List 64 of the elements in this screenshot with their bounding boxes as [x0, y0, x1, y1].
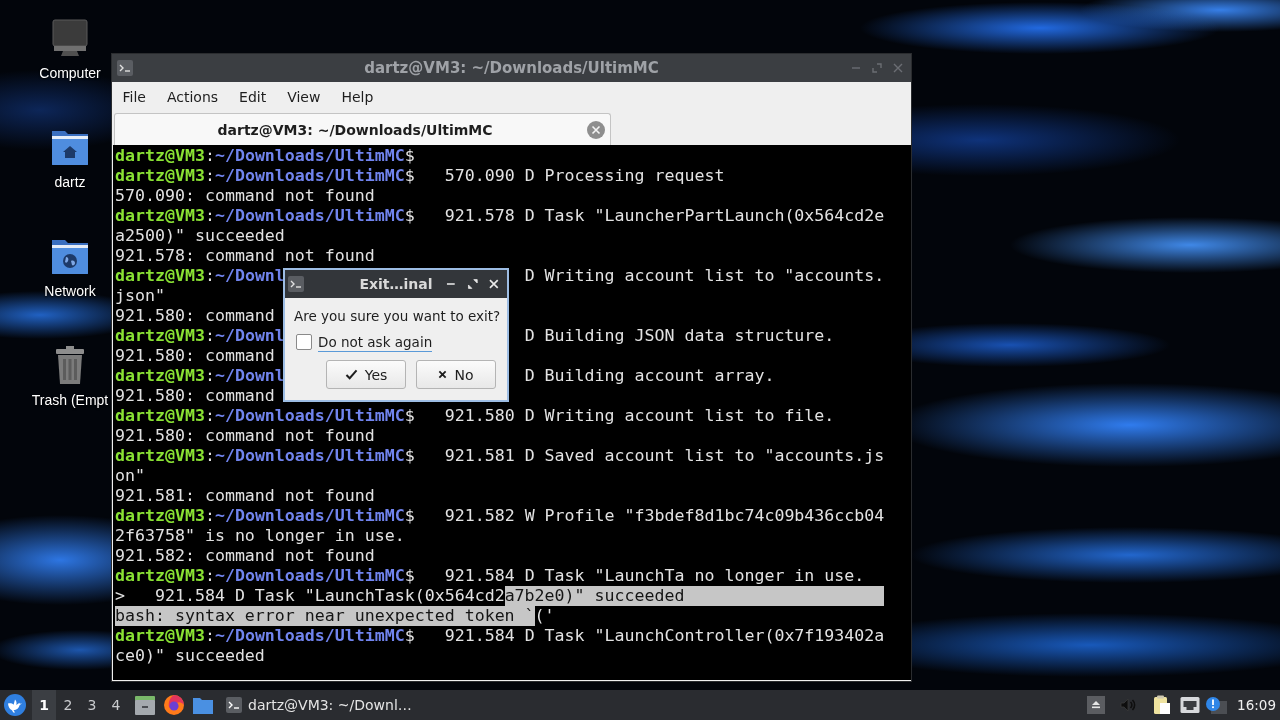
terminal-line: dartz@VM3:~/Downloads/UltimMC$ 921.580 D Writing account list to file. [115, 406, 835, 426]
notification-icon[interactable] [1205, 696, 1228, 714]
yes-button[interactable]: Yes [326, 360, 406, 389]
terminal-line: dartz@VM3:~/Downloads/UltimMC$ 570.090 D Processing request [115, 166, 725, 186]
terminal-prompt-icon [288, 276, 304, 292]
terminal-line: dartz@VM3:~/Downloads/UltimMC$ [115, 146, 415, 166]
workspace-button[interactable]: 3 [80, 690, 104, 720]
menu-item[interactable]: View [276, 87, 331, 107]
taskbar-task-button[interactable]: dartz@VM3: ~/Downl… [222, 690, 416, 720]
browser-icon[interactable] [163, 694, 185, 716]
terminal-line: 921.582: command not found [115, 546, 375, 566]
workspace-button[interactable]: 4 [104, 690, 128, 720]
terminal-line: dartz@VM3:~/Downl [115, 266, 285, 286]
terminal-line: ce0)" succeeded [115, 646, 265, 666]
checkbox[interactable] [296, 334, 312, 350]
terminal-line: json" [115, 286, 165, 306]
dialog-title: Exit…inal [358, 276, 434, 292]
checkbox-label[interactable]: Do not ask again [318, 332, 433, 352]
terminal-line: a2500)" succeeded [115, 226, 285, 246]
menu-item[interactable]: Help [330, 87, 384, 107]
terminal-line: dartz@VM3:~/Downloads/UltimMC$ 921.578 D Task "LauncherPartLaunch(0x564cd2e [115, 206, 885, 226]
terminal-tab[interactable]: dartz@VM3: ~/Downloads/UltimMC [114, 113, 611, 145]
no-button[interactable]: No [416, 360, 496, 389]
clock-time: 16:09 [1237, 697, 1276, 713]
file-drawer-icon[interactable] [134, 694, 156, 716]
terminal-line: 921.580: command not found [115, 426, 375, 446]
workspace-button[interactable]: 1 [32, 690, 56, 720]
terminal-line: 2f63758" is no longer in use. [115, 526, 405, 546]
bird-logo-icon[interactable] [4, 694, 26, 716]
menu-item[interactable]: Edit [228, 87, 277, 107]
dialog-message: Are you sure you want to exit? [294, 307, 500, 325]
menu-item[interactable]: Actions [156, 87, 229, 107]
terminal-prompt-icon [226, 697, 242, 713]
eject-icon[interactable] [1087, 696, 1106, 714]
desktop-icon-label[interactable]: Network [44, 283, 96, 300]
terminal-line: dartz@VM3:~/Downl [115, 326, 285, 346]
terminal-line: D Building account array. [524, 366, 775, 386]
desktop-icon-label[interactable]: Trash (Empt [31, 392, 109, 409]
terminal-line: dartz@VM3:~/Downloads/UltimMC$ 921.581 D Saved account list to "accounts.js [115, 446, 885, 466]
terminal-line: 921.580: command [115, 346, 275, 366]
network-port-icon[interactable] [1180, 696, 1201, 714]
terminal-line: 921.581: command not found [115, 486, 375, 506]
terminal-line: D Building JSON data structure. [524, 326, 835, 346]
desktop-icon-label[interactable]: Computer [39, 65, 101, 82]
monitor-icon[interactable] [50, 18, 90, 58]
checkmark-icon [344, 369, 358, 380]
terminal-line: > 921.584 D Task "LaunchTask(0x564cd2a7b2e0)" succeeded [115, 586, 885, 606]
clipboard-icon[interactable] [1153, 695, 1172, 715]
cross-icon [438, 370, 448, 379]
terminal-line: on" [115, 466, 145, 486]
terminal-line: 921.580: command [115, 306, 275, 326]
terminal-line: dartz@VM3:~/Downl [115, 366, 285, 386]
terminal-line: dartz@VM3:~/Downloads/UltimMC$ 921.584 D Task "LaunchController(0x7f193402a [115, 626, 885, 646]
terminal-prompt-icon [117, 60, 133, 76]
terminal-line: dartz@VM3:~/Downloads/UltimMC$ 921.582 W Profile "f3bdef8d1bc74c09b436ccb04 [115, 506, 885, 526]
window-title: dartz@VM3: ~/Downloads/UltimMC [363, 59, 660, 77]
terminal-line: 921.578: command not found [115, 246, 375, 266]
menu-item[interactable]: File [112, 87, 157, 107]
terminal-line: D Writing account list to "accounts. [524, 266, 885, 286]
workspace-button[interactable]: 2 [56, 690, 80, 720]
terminal-line: dartz@VM3:~/Downloads/UltimMC$ 921.584 D Task "LaunchTa no longer in use. [115, 566, 865, 586]
terminal-line: 921.580: command [115, 386, 275, 406]
terminal-line: 570.090: command not found [115, 186, 375, 206]
desktop-icon-label[interactable]: dartz [54, 174, 86, 191]
